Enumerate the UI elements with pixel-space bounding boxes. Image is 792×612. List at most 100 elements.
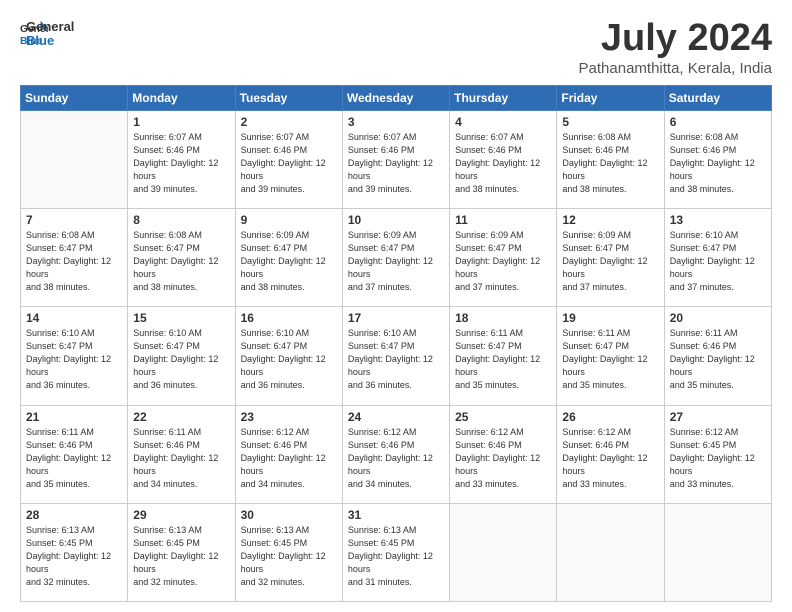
calendar-cell: 29 Sunrise: 6:13 AMSunset: 6:45 PMDayligh… [128,503,235,601]
day-number: 18 [455,311,551,325]
calendar-cell: 31 Sunrise: 6:13 AMSunset: 6:45 PMDayligh… [342,503,449,601]
day-number: 24 [348,410,444,424]
cell-info: Sunrise: 6:10 AMSunset: 6:47 PMDaylight:… [133,327,229,392]
cell-info: Sunrise: 6:08 AMSunset: 6:46 PMDaylight:… [562,131,658,196]
calendar-cell: 15 Sunrise: 6:10 AMSunset: 6:47 PMDayligh… [128,307,235,405]
cell-info: Sunrise: 6:08 AMSunset: 6:46 PMDaylight:… [670,131,766,196]
calendar-cell: 12Sunrise: 6:09 AMSunset: 6:47 PMDayligh… [557,209,664,307]
day-number: 15 [133,311,229,325]
calendar-table: SundayMondayTuesdayWednesdayThursdayFrid… [20,85,772,602]
cell-info: Sunrise: 6:10 AMSunset: 6:47 PMDaylight:… [241,327,337,392]
calendar-header-sunday: Sunday [21,85,128,110]
day-number: 19 [562,311,658,325]
calendar-header-row: SundayMondayTuesdayWednesdayThursdayFrid… [21,85,772,110]
day-number: 10 [348,213,444,227]
calendar-week-row: 7 Sunrise: 6:08 AMSunset: 6:47 PMDaylight… [21,209,772,307]
month-title: July 2024 [579,18,772,60]
calendar-cell: 5 Sunrise: 6:08 AMSunset: 6:46 PMDaylight… [557,110,664,208]
calendar-cell: 10 Sunrise: 6:09 AMSunset: 6:47 PMDayligh… [342,209,449,307]
cell-info: Sunrise: 6:12 AMSunset: 6:46 PMDaylight:… [348,426,444,491]
page: General Blue General Blue July 2024 Path… [0,0,792,612]
cell-info: Sunrise: 6:11 AMSunset: 6:46 PMDaylight:… [133,426,229,491]
calendar-cell [21,110,128,208]
logo-blue-text: Blue [26,34,74,48]
header: General Blue General Blue July 2024 Path… [20,18,772,77]
calendar-cell: 16 Sunrise: 6:10 AMSunset: 6:47 PMDayligh… [235,307,342,405]
calendar-cell: 26 Sunrise: 6:12 AMSunset: 6:46 PMDayligh… [557,405,664,503]
calendar-week-row: 28 Sunrise: 6:13 AMSunset: 6:45 PMDayligh… [21,503,772,601]
day-number: 27 [670,410,766,424]
logo: General Blue General Blue [20,18,74,49]
location: Pathanamthitta, Kerala, India [579,60,772,77]
day-number: 23 [241,410,337,424]
cell-info: Sunrise: 6:11 AMSunset: 6:47 PMDaylight:… [562,327,658,392]
cell-info: Sunrise: 6:09 AMSunset: 6:47 PMDaylight:… [455,229,551,294]
day-number: 21 [26,410,122,424]
calendar-cell [664,503,771,601]
calendar-cell: 1 Sunrise: 6:07 AMSunset: 6:46 PMDaylight… [128,110,235,208]
day-number: 5 [562,115,658,129]
calendar-header-saturday: Saturday [664,85,771,110]
cell-info: Sunrise: 6:08 AMSunset: 6:47 PMDaylight:… [133,229,229,294]
calendar-cell [450,503,557,601]
calendar-cell [557,503,664,601]
calendar-cell: 25 Sunrise: 6:12 AMSunset: 6:46 PMDayligh… [450,405,557,503]
day-number: 29 [133,508,229,522]
calendar-cell: 18 Sunrise: 6:11 AMSunset: 6:47 PMDayligh… [450,307,557,405]
day-number: 13 [670,213,766,227]
cell-info: Sunrise: 6:13 AMSunset: 6:45 PMDaylight:… [133,524,229,589]
calendar-cell: 9 Sunrise: 6:09 AMSunset: 6:47 PMDaylight… [235,209,342,307]
calendar-cell: 11 Sunrise: 6:09 AMSunset: 6:47 PMDayligh… [450,209,557,307]
day-number: 30 [241,508,337,522]
cell-info: Sunrise: 6:10 AMSunset: 6:47 PMDaylight:… [670,229,766,294]
cell-info: Sunrise: 6:09 AMSunset: 6:47 PMDaylight:… [348,229,444,294]
cell-info: Sunrise: 6:08 AMSunset: 6:47 PMDaylight:… [26,229,122,294]
day-number: 16 [241,311,337,325]
calendar-cell: 28 Sunrise: 6:13 AMSunset: 6:45 PMDayligh… [21,503,128,601]
cell-info: Sunrise: 6:10 AMSunset: 6:47 PMDaylight:… [348,327,444,392]
calendar-cell: 13 Sunrise: 6:10 AMSunset: 6:47 PMDayligh… [664,209,771,307]
calendar-header-wednesday: Wednesday [342,85,449,110]
calendar-cell: 2Sunrise: 6:07 AMSunset: 6:46 PMDaylight… [235,110,342,208]
calendar-header-monday: Monday [128,85,235,110]
cell-info: Sunrise: 6:07 AMSunset: 6:46 PMDaylight:… [241,131,337,196]
calendar-cell: 20Sunrise: 6:11 AMSunset: 6:46 PMDayligh… [664,307,771,405]
calendar-cell: 19 Sunrise: 6:11 AMSunset: 6:47 PMDayligh… [557,307,664,405]
calendar-cell: 22 Sunrise: 6:11 AMSunset: 6:46 PMDayligh… [128,405,235,503]
cell-info: Sunrise: 6:09 AMSunset: 6:47 PMDaylight:… [241,229,337,294]
cell-info: Sunrise: 6:12 AMSunset: 6:46 PMDaylight:… [241,426,337,491]
day-number: 1 [133,115,229,129]
calendar-cell: 17 Sunrise: 6:10 AMSunset: 6:47 PMDayligh… [342,307,449,405]
day-number: 31 [348,508,444,522]
calendar-header-friday: Friday [557,85,664,110]
cell-info: Sunrise: 6:12 AMSunset: 6:46 PMDaylight:… [562,426,658,491]
day-number: 11 [455,213,551,227]
calendar-cell: 23 Sunrise: 6:12 AMSunset: 6:46 PMDayligh… [235,405,342,503]
day-number: 4 [455,115,551,129]
day-number: 25 [455,410,551,424]
calendar-cell: 14 Sunrise: 6:10 AMSunset: 6:47 PMDayligh… [21,307,128,405]
day-number: 26 [562,410,658,424]
cell-info: Sunrise: 6:13 AMSunset: 6:45 PMDaylight:… [26,524,122,589]
day-number: 8 [133,213,229,227]
cell-info: Sunrise: 6:11 AMSunset: 6:46 PMDaylight:… [26,426,122,491]
day-number: 28 [26,508,122,522]
cell-info: Sunrise: 6:11 AMSunset: 6:47 PMDaylight:… [455,327,551,392]
calendar-header-tuesday: Tuesday [235,85,342,110]
cell-info: Sunrise: 6:10 AMSunset: 6:47 PMDaylight:… [26,327,122,392]
cell-info: Sunrise: 6:07 AMSunset: 6:46 PMDaylight:… [348,131,444,196]
cell-info: Sunrise: 6:13 AMSunset: 6:45 PMDaylight:… [348,524,444,589]
day-number: 17 [348,311,444,325]
calendar-cell: 4Sunrise: 6:07 AMSunset: 6:46 PMDaylight… [450,110,557,208]
day-number: 14 [26,311,122,325]
day-number: 20 [670,311,766,325]
day-number: 7 [26,213,122,227]
calendar-cell: 6Sunrise: 6:08 AMSunset: 6:46 PMDaylight… [664,110,771,208]
cell-info: Sunrise: 6:07 AMSunset: 6:46 PMDaylight:… [133,131,229,196]
calendar-week-row: 1 Sunrise: 6:07 AMSunset: 6:46 PMDaylight… [21,110,772,208]
cell-info: Sunrise: 6:12 AMSunset: 6:46 PMDaylight:… [455,426,551,491]
day-number: 22 [133,410,229,424]
day-number: 9 [241,213,337,227]
calendar-cell: 21 Sunrise: 6:11 AMSunset: 6:46 PMDayligh… [21,405,128,503]
title-block: July 2024 Pathanamthitta, Kerala, India [579,18,772,77]
